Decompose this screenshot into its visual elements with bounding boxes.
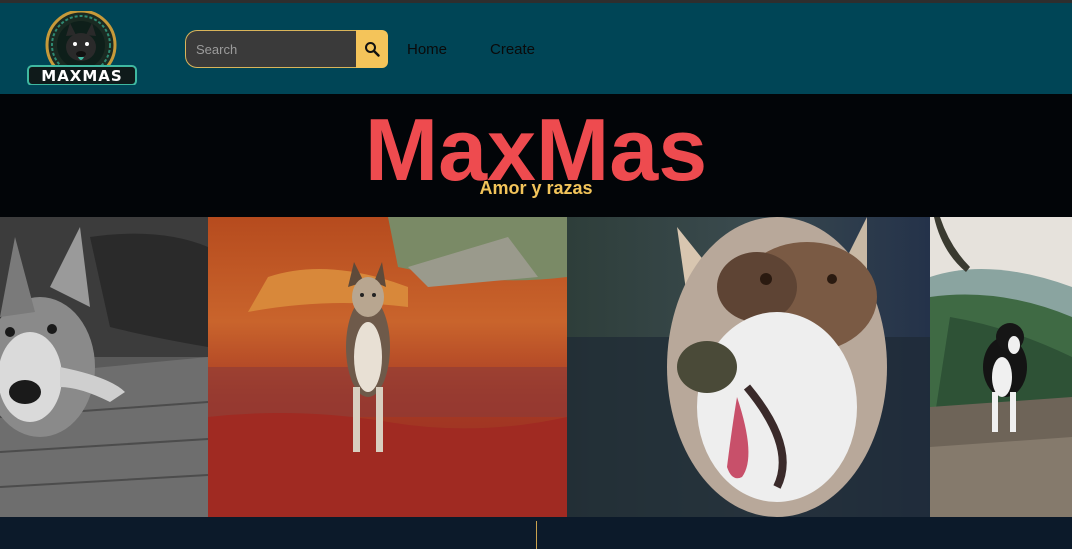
nav-link-create[interactable]: Create [490,41,535,58]
logo-wordmark: MAXMAS [41,67,122,85]
site-logo[interactable]: MAXMAS [26,9,138,86]
navbar: MAXMAS Home Create [0,3,1072,94]
dog-logo-icon: MAXMAS [27,9,137,86]
hero-subtitle: Amor y razas [479,178,593,198]
magnifier-icon [365,42,380,57]
carousel-image-border-collie-cliff[interactable] [930,217,1072,517]
footer-divider [536,521,537,549]
carousel-image-scruffy-dog[interactable] [567,217,930,517]
search-input[interactable] [185,30,357,68]
page-footer [0,517,1072,549]
dog-photo-carousel [0,217,1072,517]
nav-link-home[interactable]: Home [407,41,447,58]
hero-banner: MaxMas Amor y razas [0,94,1072,217]
carousel-image-husky-grayscale[interactable] [0,217,208,517]
carousel-image-wolfdog-autumn[interactable] [208,217,567,517]
search-button[interactable] [356,30,388,68]
search-form [185,30,388,68]
